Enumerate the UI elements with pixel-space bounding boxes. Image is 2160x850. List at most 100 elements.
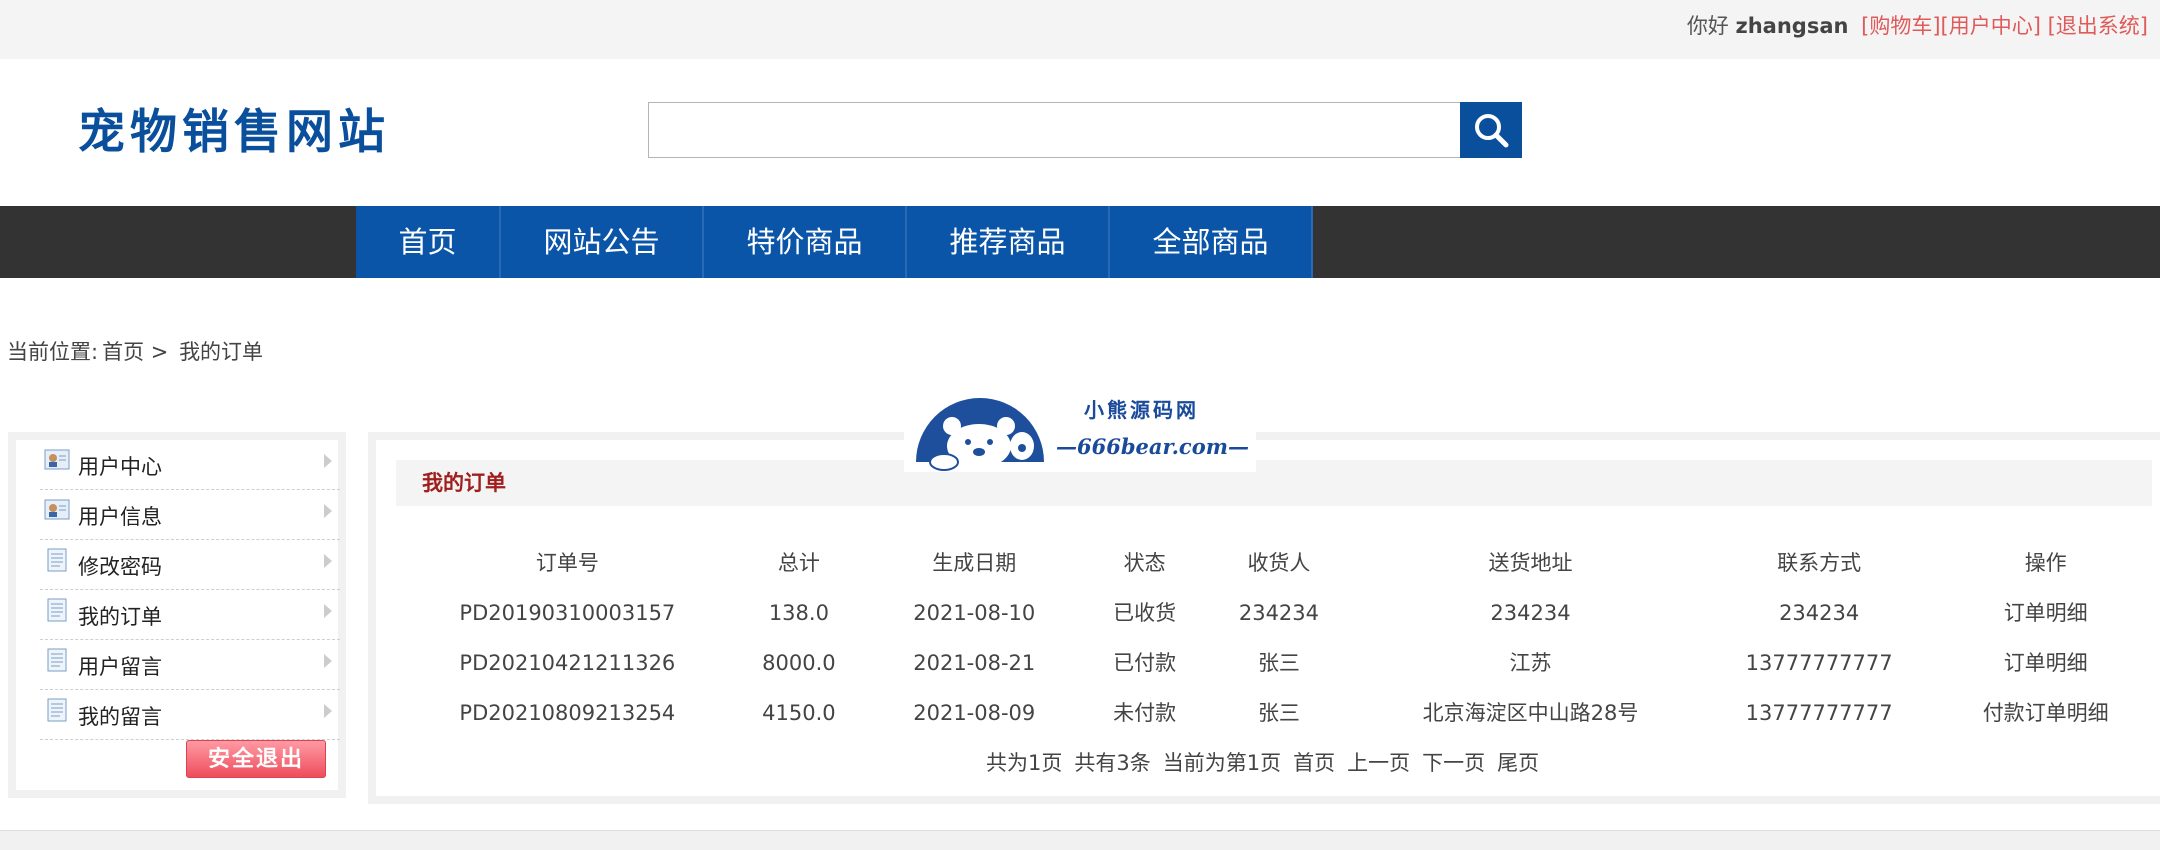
first-page-link[interactable]: 首页 <box>1293 751 1335 775</box>
search-button[interactable] <box>1460 102 1522 158</box>
user-card-icon <box>44 449 70 470</box>
order-date: 2021-08-10 <box>913 601 1036 625</box>
nav-announcements[interactable]: 网站公告 <box>501 206 704 278</box>
order-total: 8000.0 <box>762 651 836 675</box>
breadcrumb-current: 我的订单 <box>179 340 264 364</box>
sidebar-item-my-messages[interactable]: 我的留言 <box>40 692 340 740</box>
user-sidebar: 用户中心 用户信息 修改密码 我的订单 用户留言 我的留言 安全退出 <box>8 432 346 798</box>
order-status: 未付款 <box>1113 701 1177 725</box>
chevron-right-icon <box>324 604 332 618</box>
sidebar-item-user-center[interactable]: 用户中心 <box>40 442 340 490</box>
breadcrumb-home[interactable]: 首页 <box>102 340 144 364</box>
breadcrumb: 当前位置: 首页 > 我的订单 <box>7 337 267 367</box>
cart-link[interactable]: [购物车] <box>1861 14 1940 38</box>
order-actions: 付款订单明细 <box>1925 688 2160 738</box>
column-header: 生成日期 <box>932 551 1017 575</box>
column-header: 联系方式 <box>1777 551 1862 575</box>
column-header: 收货人 <box>1247 551 1311 575</box>
breadcrumb-separator: > <box>150 340 169 364</box>
prev-page-link[interactable]: 上一页 <box>1347 751 1410 775</box>
order-actions: 订单明细 <box>1925 588 2160 638</box>
sidebar-item-label: 用户中心 <box>78 455 162 479</box>
sidebar-item-label: 用户留言 <box>78 655 162 679</box>
orders-table: 订单号 总计 生成日期 状态 收货人 送货地址 联系方式 操作 PD201903… <box>406 538 2160 738</box>
sidebar-item-change-password[interactable]: 修改密码 <box>40 542 340 590</box>
order-address: 234234 <box>1490 601 1571 625</box>
table-row: PD20210809213254 4150.0 2021-08-09 未付款 张… <box>406 688 2160 738</box>
order-address: 北京海淀区中山路28号 <box>1422 701 1639 725</box>
user-center-link[interactable]: [用户中心] <box>1941 14 2041 38</box>
chevron-right-icon <box>324 454 332 468</box>
nav-special-offers[interactable]: 特价商品 <box>704 206 907 278</box>
main-nav: 首页 网站公告 特价商品 推荐商品 全部商品 <box>0 206 2160 278</box>
order-receiver: 234234 <box>1238 601 1320 625</box>
order-date: 2021-08-09 <box>913 701 1036 725</box>
order-total: 4150.0 <box>762 701 836 725</box>
user-card-icon <box>44 499 70 520</box>
order-address: 江苏 <box>1509 651 1552 675</box>
last-page-link[interactable]: 尾页 <box>1497 751 1539 775</box>
footer-divider <box>0 830 2160 850</box>
order-id: PD20210809213254 <box>459 701 676 725</box>
order-actions: 订单明细 <box>1925 638 2160 688</box>
column-header: 状态 <box>1123 551 1166 575</box>
panel-header: 我的订单 <box>396 460 2152 506</box>
nav-home[interactable]: 首页 <box>356 206 501 278</box>
document-icon <box>47 698 67 722</box>
sidebar-item-label: 修改密码 <box>78 555 162 579</box>
order-phone: 13777777777 <box>1745 701 1893 725</box>
chevron-right-icon <box>324 654 332 668</box>
chevron-right-icon <box>324 704 332 718</box>
nav-all-products[interactable]: 全部商品 <box>1110 206 1313 278</box>
breadcrumb-prefix: 当前位置: <box>7 340 99 364</box>
sidebar-item-label: 用户信息 <box>78 505 162 529</box>
site-logo[interactable]: 宠物销售网站 <box>78 103 390 163</box>
order-phone: 234234 <box>1779 601 1860 625</box>
order-receiver: 张三 <box>1257 701 1300 725</box>
total-records: 共有3条 <box>1074 751 1151 775</box>
sidebar-item-user-messages[interactable]: 用户留言 <box>40 642 340 690</box>
column-header: 操作 <box>2024 551 2067 575</box>
order-receiver: 张三 <box>1257 651 1300 675</box>
orders-panel: 我的订单 订单号 总计 生成日期 状态 收货人 送货地址 联系方式 操作 PD2… <box>368 432 2160 804</box>
order-detail-link[interactable]: 订单明细 <box>2004 651 2088 675</box>
order-total: 138.0 <box>768 601 829 625</box>
bear-logo-icon <box>916 398 1044 471</box>
order-status: 已收货 <box>1113 601 1177 625</box>
logout-link[interactable]: [退出系统] <box>2048 14 2148 38</box>
chevron-right-icon <box>324 554 332 568</box>
top-bar: 你好 zhangsan [购物车][用户中心] [退出系统] <box>0 0 2160 59</box>
sidebar-item-label: 我的订单 <box>78 605 162 629</box>
watermark-logo: 小熊源码网 —666bear.com— <box>904 382 1256 472</box>
watermark-url: —666bear.com— <box>1056 434 1249 459</box>
nav-recommended[interactable]: 推荐商品 <box>907 206 1110 278</box>
greeting-text: 你好 <box>1686 14 1729 38</box>
watermark-title: 小熊源码网 <box>1084 398 1199 422</box>
order-phone: 13777777777 <box>1745 651 1893 675</box>
sidebar-item-label: 我的留言 <box>78 705 162 729</box>
table-row: PD20190310003157 138.0 2021-08-10 已收货 23… <box>406 588 2160 638</box>
search-icon <box>1475 114 1509 148</box>
table-row: PD20210421211326 8000.0 2021-08-21 已付款 张… <box>406 638 2160 688</box>
next-page-link[interactable]: 下一页 <box>1422 751 1485 775</box>
column-header: 订单号 <box>535 551 599 575</box>
order-status: 已付款 <box>1113 651 1177 675</box>
document-icon <box>47 648 67 672</box>
order-detail-link[interactable]: 订单明细 <box>2025 701 2109 725</box>
search-input[interactable] <box>648 102 1462 158</box>
panel-title: 我的订单 <box>422 471 506 495</box>
chevron-right-icon <box>324 504 332 518</box>
column-header: 送货地址 <box>1488 551 1573 575</box>
sidebar-item-my-orders[interactable]: 我的订单 <box>40 592 340 640</box>
document-icon <box>47 598 67 622</box>
pay-link[interactable]: 付款 <box>1983 701 2025 725</box>
order-id: PD20190310003157 <box>459 601 676 625</box>
pagination: 共为1页 共有3条 当前为第1页 首页 上一页 下一页 尾页 <box>986 748 1539 778</box>
document-icon <box>47 548 67 572</box>
current-page: 当前为第1页 <box>1162 751 1282 775</box>
order-detail-link[interactable]: 订单明细 <box>2004 601 2088 625</box>
safe-logout-button[interactable]: 安全退出 <box>186 740 326 778</box>
username: zhangsan <box>1735 14 1849 38</box>
sidebar-item-user-info[interactable]: 用户信息 <box>40 492 340 540</box>
table-header-row: 订单号 总计 生成日期 状态 收货人 送货地址 联系方式 操作 <box>406 538 2160 588</box>
